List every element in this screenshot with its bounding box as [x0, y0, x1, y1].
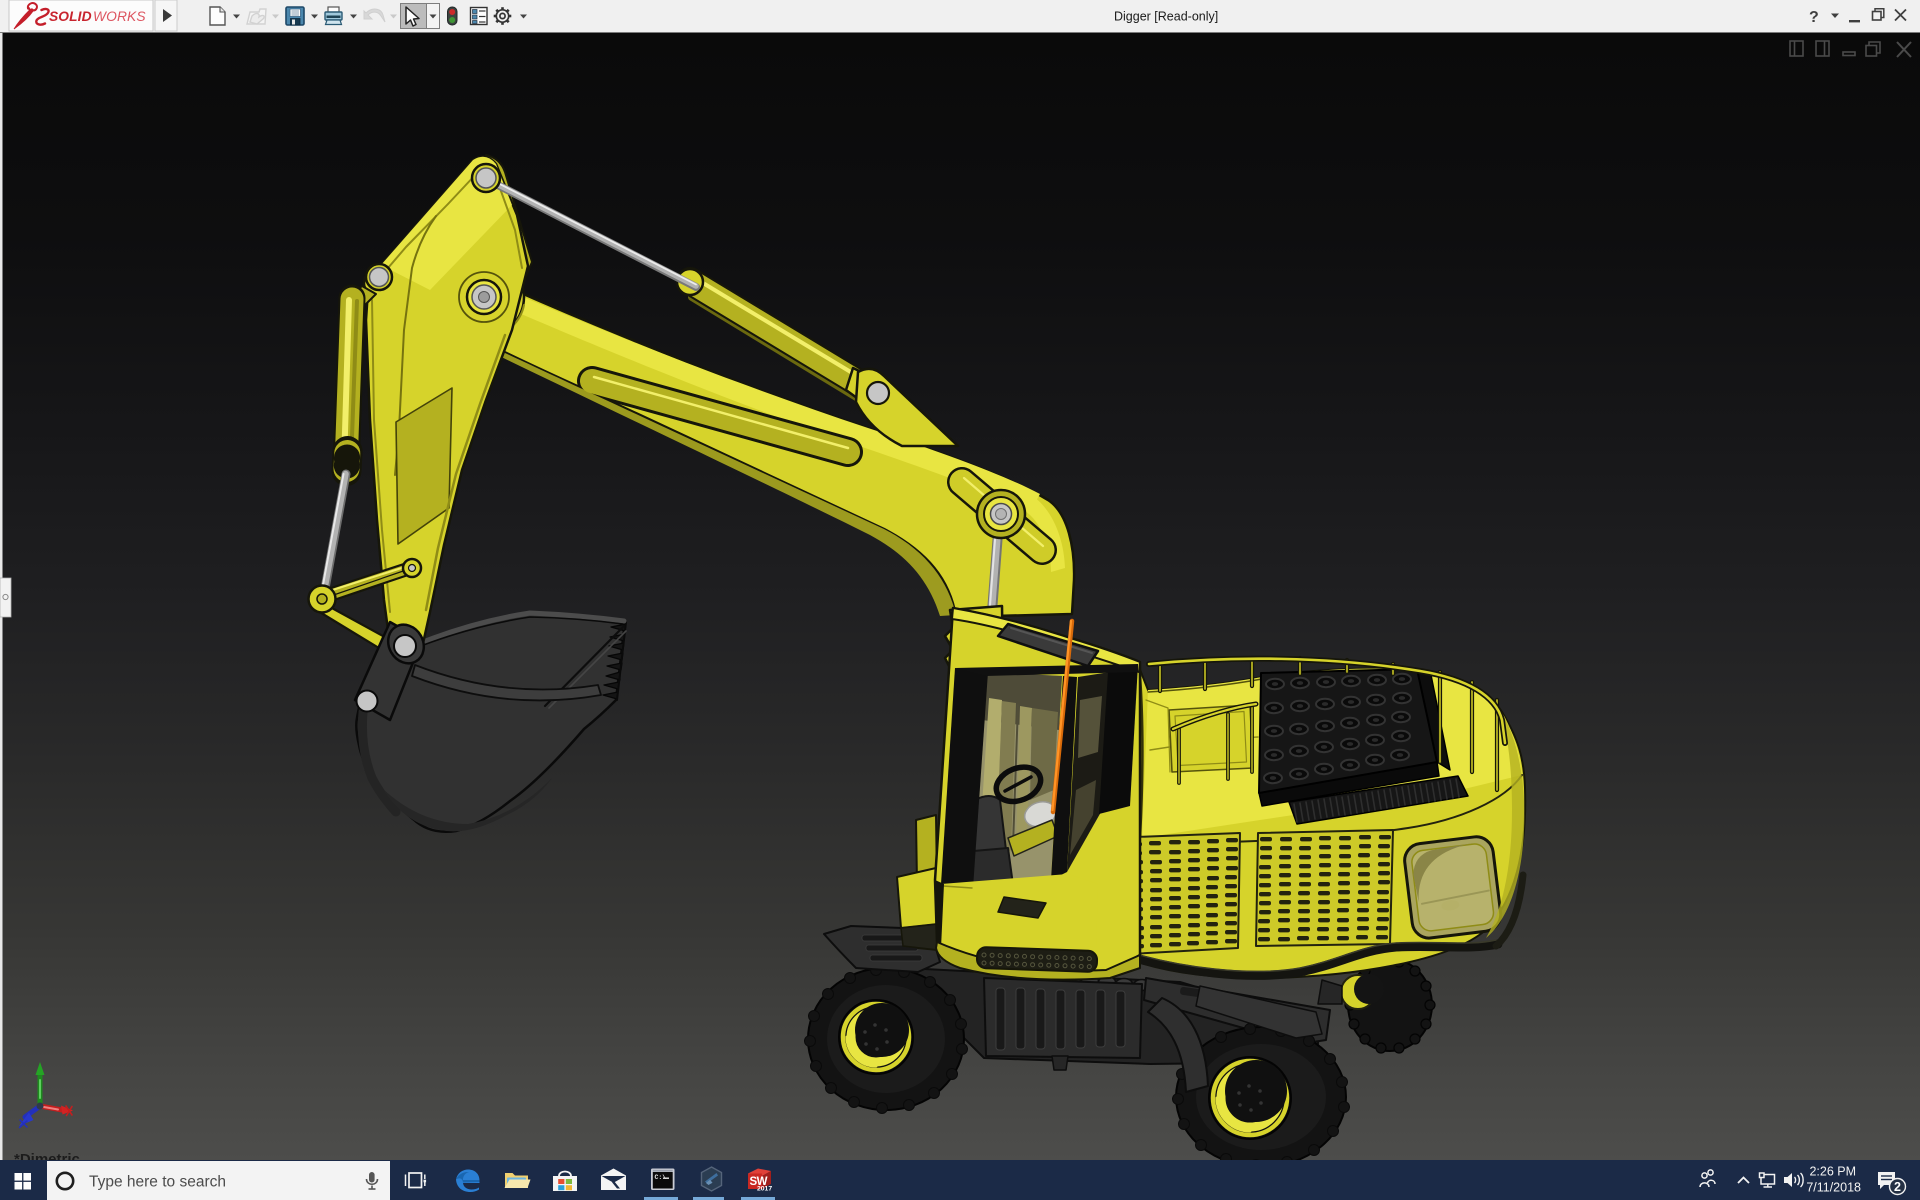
svg-text:2017: 2017 [757, 1186, 772, 1193]
svg-text:SOLID: SOLID [49, 9, 92, 24]
svg-text:?: ? [1809, 9, 1819, 26]
svg-text:2: 2 [1894, 1180, 1901, 1194]
svg-text:2:26 PM: 2:26 PM [1809, 1165, 1856, 1179]
svg-text:7/11/2018: 7/11/2018 [1806, 1181, 1861, 1195]
svg-text:Type here to search: Type here to search [89, 1174, 226, 1191]
svg-text:WORKS: WORKS [93, 9, 146, 24]
svg-text:Digger [Read-only]: Digger [Read-only] [1114, 10, 1218, 24]
